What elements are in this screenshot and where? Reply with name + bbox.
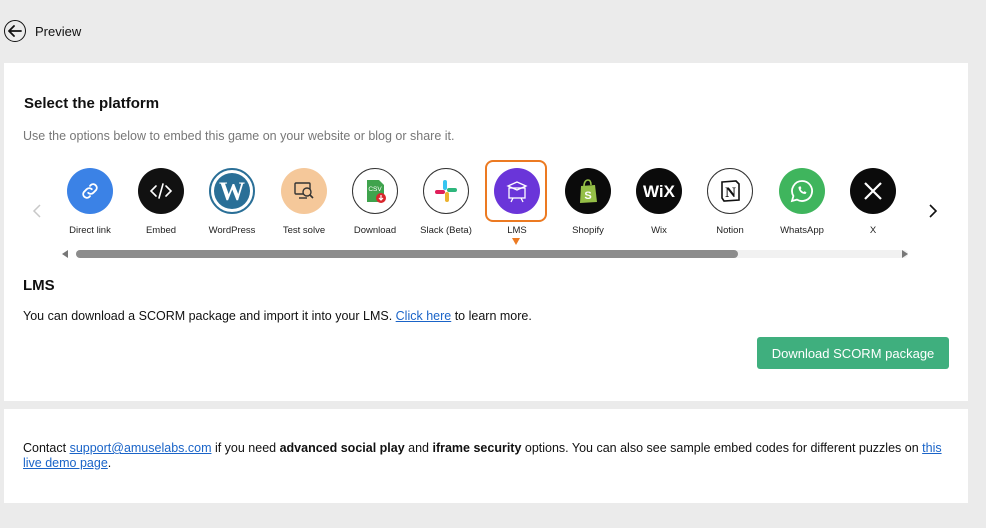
carousel-prev-button[interactable]	[30, 201, 44, 221]
back-label[interactable]: Preview	[35, 24, 81, 39]
footer-bold: advanced social play	[279, 441, 405, 455]
wordpress-icon: W	[209, 168, 255, 214]
platform-label: Slack (Beta)	[420, 225, 472, 236]
footer-span: .	[107, 456, 112, 470]
svg-text:S: S	[584, 190, 591, 202]
horizontal-scrollbar-thumb[interactable]	[76, 250, 738, 258]
svg-text:WiX: WiX	[643, 182, 676, 201]
platform-label: LMS	[507, 225, 527, 236]
platform-slack[interactable]: Slack (Beta)	[414, 168, 478, 240]
csv-download-icon: CSV	[352, 168, 398, 214]
info-panel: Contact support@amuselabs.com if you nee…	[4, 409, 968, 503]
platform-label: Direct link	[69, 225, 111, 236]
platform-lms[interactable]: LMS	[485, 168, 549, 240]
platform-test-solve[interactable]: Test solve	[272, 168, 336, 240]
wix-icon: WiX	[636, 168, 682, 214]
shopify-icon: S	[565, 168, 611, 214]
x-icon	[850, 168, 896, 214]
whatsapp-icon	[779, 168, 825, 214]
link-icon	[67, 168, 113, 214]
download-scorm-button[interactable]: Download SCORM package	[757, 337, 949, 369]
platform-x[interactable]: X	[841, 168, 905, 240]
platform-whatsapp[interactable]: WhatsApp	[770, 168, 834, 240]
footer-text: Contact support@amuselabs.com if you nee…	[23, 441, 953, 471]
platform-label: WhatsApp	[780, 225, 824, 236]
section-description: You can download a SCORM package and imp…	[23, 309, 532, 323]
platform-label: Wix	[651, 225, 667, 236]
platform-label: Test solve	[282, 225, 326, 236]
code-icon	[138, 168, 184, 214]
platform-label: Embed	[145, 225, 177, 236]
svg-text:W: W	[219, 177, 245, 206]
footer-bold: iframe security	[432, 441, 522, 455]
scroll-left-arrow[interactable]	[62, 250, 68, 258]
chevron-right-icon	[929, 204, 938, 218]
back-to-preview[interactable]: Preview	[4, 18, 81, 44]
slack-icon	[423, 168, 469, 214]
panel-title: Select the platform	[24, 95, 160, 112]
footer-span: options. You can also see sample embed c…	[521, 441, 923, 455]
selected-indicator-triangle	[512, 238, 520, 245]
platform-notion[interactable]: N Notion	[698, 168, 762, 240]
chevron-left-icon	[32, 204, 41, 218]
platform-label: Shopify	[572, 225, 604, 236]
footer-span: Contact	[23, 441, 70, 455]
platform-label: Download	[353, 225, 397, 236]
platform-download[interactable]: CSV Download	[343, 168, 407, 240]
platform-embed[interactable]: Embed	[129, 168, 193, 240]
footer-span: and	[404, 441, 433, 455]
click-here-link[interactable]: Click here	[396, 309, 452, 323]
back-arrow-icon[interactable]	[4, 20, 26, 42]
desc-text: to learn more.	[451, 309, 532, 323]
graduation-cap-icon	[494, 168, 540, 214]
footer-span: if you need	[211, 441, 280, 455]
notion-icon: N	[707, 168, 753, 214]
section-title: LMS	[23, 277, 55, 294]
scroll-right-arrow[interactable]	[902, 250, 908, 258]
platform-label: WordPress	[208, 225, 256, 236]
platform-label: Notion	[716, 225, 744, 236]
test-solve-icon	[281, 168, 327, 214]
desc-text: You can download a SCORM package and imp…	[23, 309, 396, 323]
platform-shopify[interactable]: S Shopify	[556, 168, 620, 240]
platform-label: X	[869, 225, 877, 236]
platform-direct-link[interactable]: Direct link	[58, 168, 122, 240]
platform-wordpress[interactable]: W WordPress	[200, 168, 264, 240]
panel-subtitle: Use the options below to embed this game…	[23, 129, 455, 143]
svg-text:N: N	[725, 185, 736, 201]
svg-text:CSV: CSV	[368, 186, 382, 193]
platform-panel: Select the platform Use the options belo…	[4, 63, 968, 401]
support-email-link[interactable]: support@amuselabs.com	[70, 441, 212, 455]
platform-wix[interactable]: WiX Wix	[627, 168, 691, 240]
carousel-next-button[interactable]	[926, 201, 940, 221]
